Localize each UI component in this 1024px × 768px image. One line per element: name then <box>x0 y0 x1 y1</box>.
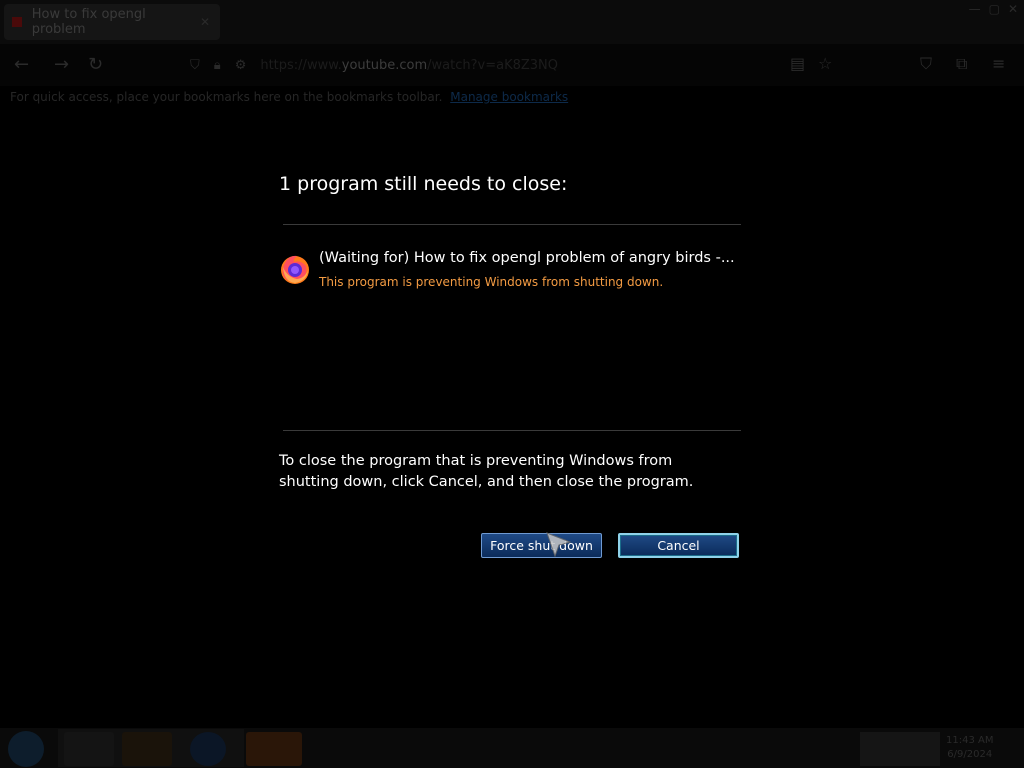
bottom-divider <box>283 430 741 431</box>
taskbar-firefox[interactable] <box>246 732 302 766</box>
program-name: (Waiting for) How to fix opengl problem … <box>319 250 735 266</box>
bookmarks-toolbar-hint: For quick access, place your bookmarks h… <box>10 90 568 104</box>
tab-title: How to fix opengl problem <box>31 7 146 37</box>
dialog-title: 1 program still needs to close: <box>279 173 568 195</box>
taskbar-clock[interactable]: 11:43 AM 6/9/2024 <box>946 734 993 762</box>
window-controls: — ▢ ✕ <box>969 2 1018 16</box>
system-tray[interactable] <box>860 732 940 766</box>
reader-view-icon[interactable]: ▤ <box>790 54 805 73</box>
clock-date: 6/9/2024 <box>947 749 993 760</box>
youtube-favicon-icon <box>12 17 22 27</box>
force-shut-down-button[interactable]: Force shut down <box>481 533 602 558</box>
firefox-icon <box>281 255 309 284</box>
permissions-icon: ⚙ <box>234 57 247 73</box>
manage-bookmarks-link[interactable]: Manage bookmarks <box>450 90 568 104</box>
menu-icon[interactable]: ≡ <box>992 54 1005 73</box>
shield-icon: ⛉ <box>190 57 200 73</box>
mouse-cursor-icon <box>546 532 572 558</box>
pocket-icon[interactable]: ⛉ <box>920 54 932 74</box>
program-status: This program is preventing Windows from … <box>319 275 664 289</box>
back-arrow-icon[interactable]: ← <box>14 54 29 75</box>
close-window-icon[interactable]: ✕ <box>1008 2 1018 16</box>
bookmark-hint-text: For quick access, place your bookmarks h… <box>10 90 443 104</box>
lock-icon: 🔒︎ <box>213 57 221 73</box>
tab-close-icon[interactable]: ✕ <box>200 15 210 29</box>
address-bar[interactable]: ⛉ 🔒︎ ⚙ https://www.youtube.com/watch?v=a… <box>186 50 788 80</box>
url-host: youtube.com <box>341 57 428 73</box>
maximize-icon[interactable]: ▢ <box>989 2 1000 16</box>
browser-tab[interactable]: How to fix opengl problem ✕ <box>4 4 220 40</box>
extensions-icon[interactable]: ⧉ <box>956 54 967 74</box>
url-path: /watch?v=aK8Z3NQ <box>427 57 559 73</box>
forward-arrow-icon[interactable]: → <box>54 54 69 75</box>
url-prefix: https://www. <box>260 57 342 73</box>
taskbar-app-1[interactable] <box>64 732 114 766</box>
cancel-button[interactable]: Cancel <box>618 533 739 558</box>
instructions-text: To close the program that is preventing … <box>279 453 694 490</box>
background-browser: How to fix opengl problem ✕ — ▢ ✕ ← → ↻ … <box>0 0 1024 768</box>
top-divider <box>283 224 741 225</box>
taskbar-app-2[interactable] <box>122 732 172 766</box>
bookmark-star-icon[interactable]: ☆ <box>818 54 832 73</box>
start-button[interactable] <box>8 731 44 767</box>
taskbar-app-3[interactable] <box>190 732 226 766</box>
minimize-icon[interactable]: — <box>969 2 981 16</box>
clock-time: 11:43 AM <box>946 735 994 746</box>
reload-icon[interactable]: ↻ <box>88 54 103 75</box>
